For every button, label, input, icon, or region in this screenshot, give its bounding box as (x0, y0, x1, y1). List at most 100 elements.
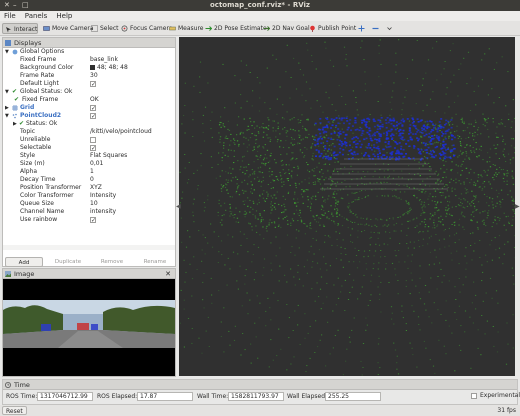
time-panel: Time ROS Time: 1317046712.99 ROS Elapsed… (2, 379, 520, 405)
crosshair-icon (358, 25, 365, 31)
style-value[interactable]: Flat Squares (90, 152, 127, 160)
ros-elapsed-field[interactable]: 17.87 (137, 392, 193, 401)
position-transformer-value[interactable]: XYZ (90, 184, 102, 192)
reset-button[interactable]: Reset (2, 406, 27, 415)
wall-elapsed-field[interactable]: 255.25 (325, 392, 381, 401)
displays-icon (5, 40, 11, 46)
collapse-arrow-icon[interactable]: ▶ (13, 120, 17, 128)
topic-value[interactable]: /kitti/velo/pointcloud (90, 128, 152, 136)
size-value[interactable]: 0,01 (90, 160, 103, 168)
expand-arrow-icon[interactable]: ▼ (5, 88, 9, 96)
status-ok-icon: ✔ (19, 120, 25, 127)
tree-row-topic[interactable]: Topic /kitti/velo/pointcloud (3, 128, 175, 136)
expand-arrow-icon[interactable]: ▼ (5, 48, 9, 56)
tree-row-background-color[interactable]: Background Color 48; 48; 48 (3, 64, 175, 72)
add-tool-button[interactable] (356, 23, 366, 34)
experimental-checkbox[interactable] (471, 393, 477, 399)
tree-row-global-status[interactable]: ▼ ✔ Global Status: Ok (3, 88, 175, 96)
menu-file[interactable]: File (0, 11, 19, 20)
alpha-value[interactable]: 1 (90, 168, 94, 176)
selectable-checkbox[interactable]: ✓ (90, 145, 96, 152)
displays-panel: Displays ▼ Global Options Fixed Frame ba… (2, 37, 176, 267)
unreliable-checkbox[interactable] (90, 137, 96, 143)
toolbar: Interact Move Camera Select Focus Camera… (0, 21, 520, 36)
tree-row-default-light[interactable]: Default Light ✓ (3, 80, 175, 88)
tree-row-size[interactable]: Size (m) 0,01 (3, 160, 175, 168)
rename-display-button[interactable]: Rename (136, 257, 174, 267)
publish-point-icon (310, 25, 315, 32)
focus-camera-icon (121, 25, 128, 31)
tree-row-fixed-frame[interactable]: Fixed Frame base_link (3, 56, 175, 64)
menubar: File Panels Help (0, 11, 520, 21)
expand-arrow-icon[interactable]: ▼ (5, 112, 9, 120)
chevron-down-icon (387, 26, 392, 30)
duplicate-display-button[interactable]: Duplicate (49, 257, 87, 267)
tool-select[interactable]: Select (89, 23, 119, 34)
tree-row-frame-rate[interactable]: Frame Rate 30 (3, 72, 175, 80)
pointcloud-render (179, 37, 515, 376)
tree-row-decay-time[interactable]: Decay Time 0 (3, 176, 175, 184)
tree-row-status-ok[interactable]: ▶ ✔ Status: Ok (3, 120, 175, 128)
decay-time-value[interactable]: 0 (90, 176, 94, 184)
tool-2d-nav-goal[interactable]: 2D Nav Goal (261, 23, 310, 34)
camera-image (3, 300, 175, 348)
pointcloud2-enabled-checkbox[interactable]: ✓ (90, 113, 96, 120)
tree-row-pointcloud2[interactable]: ▼ PointCloud2 ✓ (3, 112, 175, 120)
status-ok-icon: ✔ (14, 96, 20, 103)
channel-name-value[interactable]: intensity (90, 208, 116, 216)
tool-move-camera[interactable]: Move Camera (41, 23, 94, 34)
frame-rate-value[interactable]: 30 (90, 72, 98, 80)
tree-row-style[interactable]: Style Flat Squares (3, 152, 175, 160)
tool-publish-point[interactable]: Publish Point (307, 23, 356, 34)
use-rainbow-checkbox[interactable]: ✓ (90, 217, 96, 224)
remove-display-button[interactable]: Remove (93, 257, 131, 267)
menu-help[interactable]: Help (52, 11, 75, 20)
tool-2d-pose-estimate[interactable]: 2D Pose Estimate (203, 23, 267, 34)
tool-measure[interactable]: Measure (167, 23, 204, 34)
fps-readout: 31 fps (497, 407, 516, 414)
queue-size-value[interactable]: 10 (90, 200, 98, 208)
collapse-left-dock-icon[interactable]: ◀ (176, 203, 181, 210)
nav-goal-arrow-icon (263, 25, 270, 31)
grid-enabled-checkbox[interactable]: ✓ (90, 105, 96, 112)
remove-tool-button[interactable] (370, 23, 380, 34)
color-swatch (90, 65, 95, 70)
add-display-button[interactable]: Add (5, 257, 43, 267)
measure-icon (169, 26, 176, 30)
tree-row-fixed-frame-status[interactable]: ✔ Fixed Frame OK (3, 96, 175, 104)
ros-time-field[interactable]: 1317046712.99 (37, 392, 93, 401)
displays-horizontal-scrollbar[interactable] (3, 245, 175, 250)
background-color-value[interactable]: 48; 48; 48 (90, 64, 128, 72)
tree-row-position-transformer[interactable]: Position Transformer XYZ (3, 184, 175, 192)
minus-icon (372, 27, 379, 29)
displays-panel-header: Displays (3, 38, 175, 48)
displays-tree: ▼ Global Options Fixed Frame base_link B… (3, 48, 175, 256)
tool-focus-camera[interactable]: Focus Camera (119, 23, 173, 34)
grid-icon (12, 105, 18, 111)
tool-options-button[interactable] (384, 23, 394, 34)
tree-row-queue-size[interactable]: Queue Size 10 (3, 200, 175, 208)
pose-estimate-arrow-icon (205, 25, 212, 31)
move-camera-icon (43, 25, 50, 31)
close-panel-icon[interactable]: ✕ (165, 269, 171, 279)
tree-row-channel-name[interactable]: Channel Name intensity (3, 208, 175, 216)
color-transformer-value[interactable]: Intensity (90, 192, 116, 200)
tool-interact[interactable]: Interact (2, 23, 38, 34)
tree-row-alpha[interactable]: Alpha 1 (3, 168, 175, 176)
menu-panels[interactable]: Panels (21, 11, 51, 20)
collapse-arrow-icon[interactable]: ▶ (5, 104, 9, 112)
tree-row-unreliable[interactable]: Unreliable (3, 136, 175, 144)
tree-row-selectable[interactable]: Selectable ✓ (3, 144, 175, 152)
clock-icon (5, 382, 11, 388)
image-icon (5, 271, 11, 277)
collapse-right-dock-icon[interactable]: ▶ (515, 203, 520, 210)
fixed-frame-value[interactable]: base_link (90, 56, 118, 64)
tree-row-color-transformer[interactable]: Color Transformer Intensity (3, 192, 175, 200)
tree-row-grid[interactable]: ▶ Grid ✓ (3, 104, 175, 112)
wall-time-field[interactable]: 1582811793.97 (228, 392, 284, 401)
render-3d-view[interactable] (179, 37, 515, 376)
image-panel-header: Image ✕ (3, 269, 175, 279)
default-light-checkbox[interactable]: ✓ (90, 81, 96, 88)
tree-row-global-options[interactable]: ▼ Global Options (3, 48, 175, 56)
tree-row-use-rainbow[interactable]: Use rainbow ✓ (3, 216, 175, 224)
